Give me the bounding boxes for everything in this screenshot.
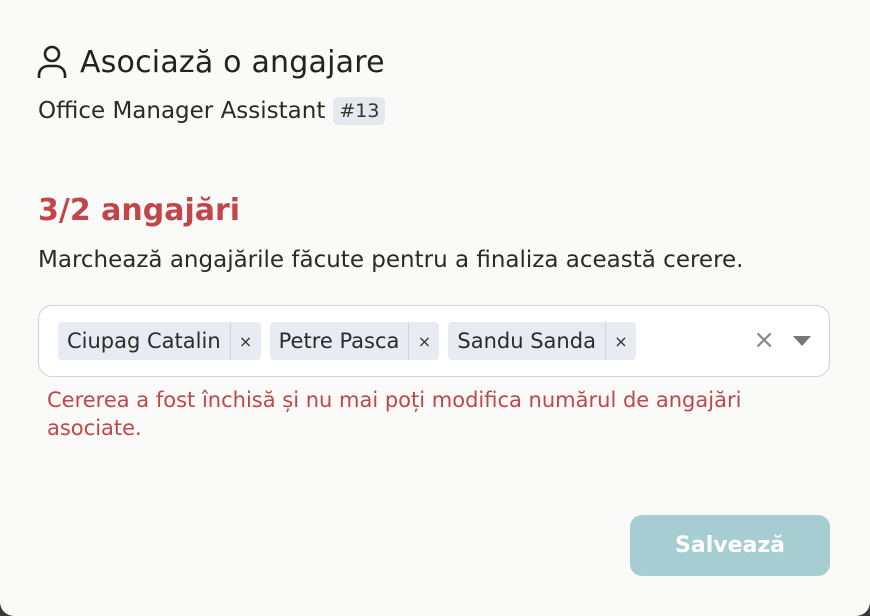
chip-remove-icon[interactable]: × — [408, 322, 439, 360]
chip-remove-icon[interactable]: × — [229, 322, 261, 360]
hires-count: 3/2 angajări — [38, 193, 241, 228]
chip-label: Sandu Sanda — [457, 329, 596, 353]
error-message: Cererea a fost închisă și nu mai poți mo… — [47, 388, 742, 440]
modal-title: Asociază o angajare — [80, 44, 385, 80]
user-icon — [37, 45, 67, 78]
associate-hire-modal: Asociază o angajare Office Manager Assis… — [0, 0, 870, 616]
job-info: Office Manager Assistant #13 — [38, 97, 386, 125]
job-name: Office Manager Assistant — [38, 98, 326, 124]
hires-instruction: Marchează angajările făcute pentru a fin… — [38, 247, 744, 273]
chevron-down-icon[interactable] — [793, 336, 811, 346]
clear-all-icon[interactable]: × — [753, 325, 775, 355]
save-button[interactable]: Salvează — [630, 515, 830, 576]
selected-chip: Ciupag Catalin × — [58, 322, 261, 360]
selected-chip: Petre Pasca × — [269, 322, 440, 360]
chip-label: Petre Pasca — [278, 329, 400, 353]
modal-header: Asociază o angajare — [36, 44, 385, 80]
selected-chip: Sandu Sanda × — [448, 322, 636, 360]
chip-remove-icon[interactable]: × — [604, 322, 636, 360]
chip-label: Ciupag Catalin — [67, 329, 221, 353]
job-id-badge: #13 — [333, 97, 386, 125]
hires-multiselect[interactable]: Ciupag Catalin × Petre Pasca × Sandu San… — [38, 305, 830, 377]
